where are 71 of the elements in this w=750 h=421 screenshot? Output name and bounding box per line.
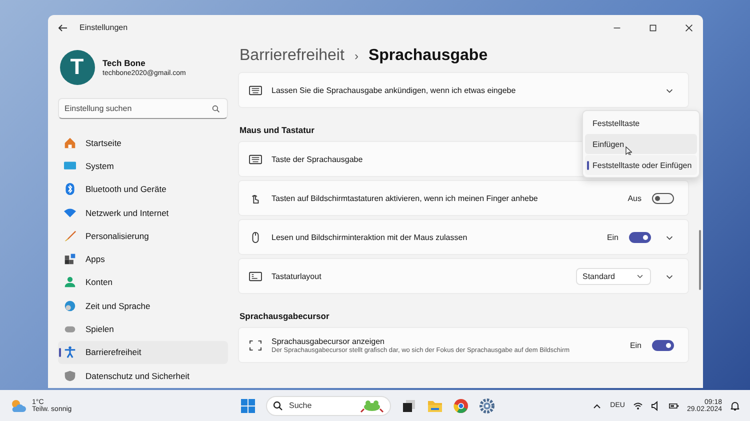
toggle-state-label: Aus [628, 194, 642, 202]
setting-label: Lassen Sie die Sprachausgabe ankündigen, wenn ich etwas eingebe [272, 86, 517, 94]
window-title: Einstellungen [80, 23, 128, 32]
sidebar-item[interactable]: Datenschutz und Sicherheit [58, 364, 228, 388]
breadcrumb-link[interactable]: Barrierefreiheit [240, 47, 344, 65]
browser-icon[interactable] [453, 398, 469, 414]
sidebar-item[interactable]: Startseite [58, 131, 228, 154]
sidebar-item[interactable]: Konten [58, 270, 228, 294]
sidebar-item[interactable]: Personalisierung [58, 224, 228, 248]
setting-label: Tastaturlayout [272, 272, 322, 280]
back-arrow-icon[interactable] [58, 22, 68, 32]
frog-drawing [360, 398, 384, 412]
toggle-state-label: Ein [606, 232, 618, 242]
battery-icon[interactable] [668, 400, 679, 410]
task-view-icon[interactable] [401, 398, 417, 414]
dropdown-option[interactable]: Einfügen [584, 134, 696, 154]
notification-bell-icon[interactable] [730, 400, 740, 410]
scrollbar[interactable] [698, 230, 700, 290]
breadcrumb-separator: › [354, 49, 358, 63]
bluetooth-icon [64, 183, 76, 196]
setting-card[interactable]: Tastaturlayout Standard [238, 258, 688, 294]
cursor-icon [248, 340, 262, 350]
layout-icon [248, 270, 262, 282]
caret-icon [636, 272, 644, 280]
setting-card[interactable]: Lassen Sie die Sprachausgabe ankündigen, wenn ich etwas eingebe [238, 72, 688, 108]
toggle-switch[interactable] [652, 192, 674, 204]
setting-card[interactable]: Tasten auf Bildschirmtastaturen aktivieren, wenn ich meinen Finger anhebe Aus [238, 180, 688, 216]
windows-start-icon[interactable] [240, 398, 256, 414]
sidebar-item[interactable]: System [58, 154, 228, 178]
toggle-switch[interactable] [652, 340, 674, 350]
mouse-pointer-icon [624, 146, 632, 156]
page-title: Sprachausgabe [368, 47, 488, 65]
sidebar-item[interactable]: Barrierefreiheit [58, 340, 228, 364]
system-icon [64, 160, 76, 172]
setting-label: Tasten auf Bildschirmtastaturen aktivieren, wenn ich meinen Finger anhebe [272, 194, 539, 202]
section-heading: Maus und Tastatur [240, 125, 314, 135]
accessibility-icon [64, 346, 76, 358]
home-icon [64, 136, 76, 149]
sidebar-item[interactable]: Zeit und Sprache [58, 294, 228, 318]
sidebar-item[interactable]: Netzwerk und Internet [58, 200, 228, 224]
wifi-icon[interactable] [632, 400, 643, 410]
setting-label: Sprachausgabecursor anzeigen [272, 336, 384, 346]
person-icon [64, 276, 76, 288]
taskbar-search-field[interactable]: Suche [266, 396, 391, 416]
dropdown-option[interactable]: Feststelltaste oder Einfügen [584, 155, 696, 175]
maximize-icon[interactable] [648, 24, 656, 32]
close-icon[interactable] [684, 24, 692, 32]
keyboard-icon [248, 84, 262, 96]
settings-icon[interactable] [479, 398, 495, 414]
sidebar-item[interactable]: Bluetooth und Geräte [58, 178, 228, 201]
search-field[interactable]: Einstellung suchen [58, 98, 228, 119]
keyboard-icon [248, 154, 262, 164]
sidebar-item[interactable]: Apps [58, 247, 228, 271]
avatar-circle: T [60, 50, 94, 84]
globe-icon [64, 300, 76, 312]
search-icon [273, 400, 283, 410]
sidebar-item[interactable]: Spielen [58, 317, 228, 341]
setting-label: Lesen und Bildschirminteraktion mit der Maus zulassen [272, 232, 468, 242]
toggle-switch[interactable] [628, 232, 650, 242]
dropdown-option[interactable]: Feststelltaste [584, 113, 696, 133]
setting-label: Taste der Sprachausgabe [272, 154, 364, 164]
profile-name: Tech Bone [102, 58, 146, 68]
wifi-icon [64, 206, 76, 219]
toggle-state-label: Ein [630, 340, 642, 350]
search-icon [212, 104, 220, 112]
setting-card[interactable]: Lesen und Bildschirminteraktion mit der Maus zulassen Ein [238, 219, 688, 255]
section-heading: Sprachausgabecursor [240, 311, 330, 321]
apps-icon [64, 253, 76, 266]
shield-icon [64, 370, 76, 382]
layout-dropdown[interactable]: Standard [576, 268, 650, 284]
brush-icon [64, 230, 76, 242]
